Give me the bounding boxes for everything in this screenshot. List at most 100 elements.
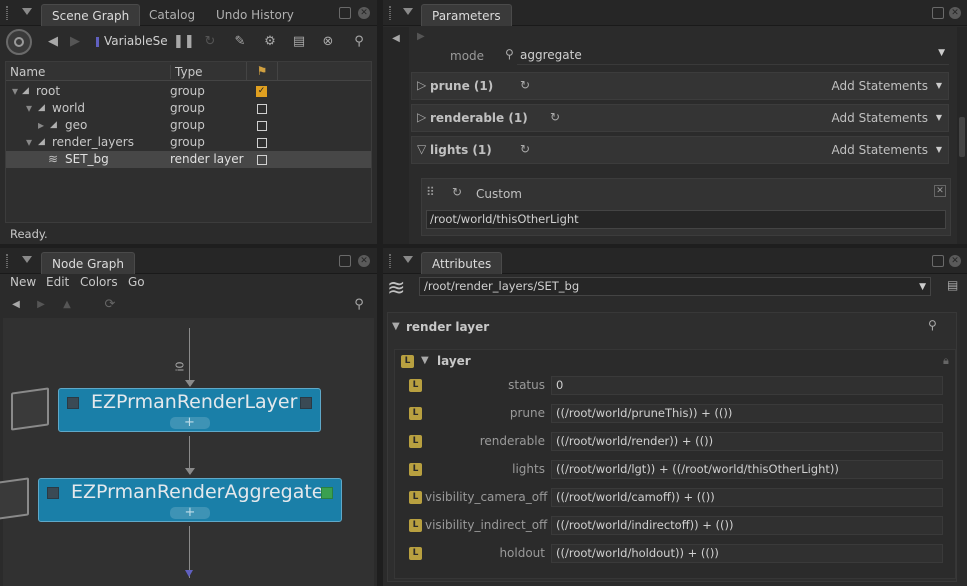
node-ezprman-render-aggregate[interactable]: EZPrmanRenderAggregate + <box>38 478 342 522</box>
close-icon[interactable]: ✕ <box>358 255 370 267</box>
menu-go[interactable]: Go <box>128 275 145 289</box>
add-input-button[interactable]: + <box>170 506 210 519</box>
table-row[interactable]: ▾ ◢ root group ✓ <box>6 83 371 100</box>
attribute-value[interactable]: ((/root/world/pruneThis)) + (()) <box>551 404 943 423</box>
close-icon[interactable]: ✕ <box>358 7 370 19</box>
refresh-icon[interactable]: ⟳ <box>103 297 117 313</box>
back-arrow-icon[interactable]: ◀ <box>389 31 403 47</box>
column-name[interactable]: Name <box>10 65 45 79</box>
visibility-checkbox[interactable] <box>257 104 267 114</box>
tab-undo-history[interactable]: Undo History <box>206 4 304 26</box>
hierarchy-icon[interactable]: ⊗ <box>320 34 336 50</box>
maximize-icon[interactable] <box>932 255 944 267</box>
drag-grip[interactable] <box>6 6 8 20</box>
attribute-value[interactable]: ((/root/world/indirectoff)) + (()) <box>551 516 943 535</box>
up-arrow-icon[interactable]: ▲ <box>61 297 73 313</box>
tab-catalog[interactable]: Catalog <box>139 4 205 26</box>
pencil-icon[interactable]: ✎ <box>232 34 248 50</box>
node-bypass-box[interactable] <box>67 397 79 409</box>
visibility-checkbox[interactable] <box>257 121 267 131</box>
location-path-field[interactable]: /root/render_layers/SET_bg ▼ <box>419 277 931 296</box>
gear-icon[interactable]: ⚙ <box>262 34 278 50</box>
maximize-icon[interactable] <box>932 7 944 19</box>
node-view-box[interactable] <box>300 397 312 409</box>
tab-attributes[interactable]: Attributes <box>421 252 503 274</box>
tab-scene-graph[interactable]: Scene Graph <box>41 4 141 26</box>
layer-group: L ▼ layer 🔒︎ Lstatus 0 Lprune ((/root/world… <box>394 349 956 579</box>
maximize-icon[interactable] <box>339 255 351 267</box>
visibility-checkbox[interactable]: ✓ <box>256 86 267 97</box>
column-viewer-icon[interactable]: ⚑ <box>246 62 278 81</box>
drag-grip[interactable] <box>389 6 391 20</box>
table-row[interactable]: ▾ ◢ world group <box>6 100 371 117</box>
pause-icon[interactable]: ❚❚ <box>173 34 195 50</box>
panel-menu-icon[interactable] <box>22 256 32 263</box>
back-arrow-icon[interactable]: ◀ <box>46 34 60 50</box>
add-statements-button[interactable]: Add Statements <box>832 79 928 93</box>
add-statements-button[interactable]: Add Statements <box>832 111 928 125</box>
remove-statement-icon[interactable]: ✕ <box>934 185 946 197</box>
panel-menu-icon[interactable] <box>403 256 413 263</box>
panel-menu-icon[interactable] <box>22 8 32 15</box>
attribute-value[interactable]: ((/root/world/camoff)) + (()) <box>551 488 943 507</box>
variable-set-label[interactable]: VariableSe <box>104 34 168 48</box>
node-graph-canvas[interactable]: i0 EZPrmanRenderLayer + EZPrmanRenderAgg… <box>0 318 374 586</box>
node-view-flag[interactable] <box>321 487 333 499</box>
column-type[interactable]: Type <box>170 65 203 79</box>
maximize-icon[interactable] <box>339 7 351 19</box>
output-arrow <box>185 570 193 577</box>
forward-arrow-icon[interactable]: ▶ <box>68 34 82 50</box>
drag-grip[interactable] <box>6 254 8 268</box>
close-icon[interactable]: ✕ <box>949 255 961 267</box>
add-input-button[interactable]: + <box>169 416 210 429</box>
clapper-icon[interactable]: ▤ <box>291 34 307 50</box>
collapse-arrow-icon[interactable]: ▼ <box>392 321 400 332</box>
back-arrow-icon[interactable]: ◀ <box>10 297 22 313</box>
clapper-icon[interactable]: ▤ <box>947 278 958 292</box>
tab-parameters[interactable]: Parameters <box>421 4 512 26</box>
attribute-value[interactable]: ((/root/world/lgt)) + ((/root/world/this… <box>551 460 943 479</box>
scrollbar[interactable] <box>957 27 967 244</box>
search-icon[interactable]: ⚲ <box>351 297 367 313</box>
attribute-value[interactable]: ((/root/world/holdout)) + (()) <box>551 544 943 563</box>
table-row[interactable]: ▾ ◢ render_layers group <box>6 134 371 151</box>
collapse-arrow-icon[interactable]: ▽ <box>417 142 426 156</box>
menu-colors[interactable]: Colors <box>80 275 118 289</box>
attribute-value[interactable]: ((/root/world/render)) + (()) <box>551 432 943 451</box>
close-icon[interactable]: ✕ <box>949 7 961 19</box>
attribute-value[interactable]: 0 <box>551 376 943 395</box>
mode-link-icon[interactable]: ⚲ <box>505 47 514 61</box>
expand-arrow-icon[interactable]: ▷ <box>417 110 426 124</box>
table-row[interactable]: ▸ ◢ geo group <box>6 117 371 134</box>
section-lights[interactable]: ▽ lights (1) ↻ Add Statements ▼ <box>411 136 949 164</box>
expand-arrow-icon[interactable]: ▷ <box>417 78 426 92</box>
menu-new[interactable]: New <box>10 275 36 289</box>
mode-dropdown[interactable]: aggregate ▼ <box>517 47 949 65</box>
menu-edit[interactable]: Edit <box>46 275 69 289</box>
link-icon[interactable]: ↻ <box>520 78 530 92</box>
search-icon[interactable]: ⚲ <box>928 318 937 332</box>
node-bypass-box[interactable] <box>47 487 59 499</box>
link-icon[interactable]: ↻ <box>550 110 560 124</box>
table-row-selected[interactable]: ≋ SET_bg render layer <box>6 151 371 168</box>
forward-arrow-icon[interactable]: ▶ <box>417 31 425 42</box>
drag-handle-icon[interactable]: ⠿ <box>426 185 435 199</box>
forward-arrow-icon[interactable]: ▶ <box>35 297 47 313</box>
tab-node-graph[interactable]: Node Graph <box>41 252 135 274</box>
refresh-icon[interactable]: ↻ <box>202 34 218 50</box>
visibility-checkbox[interactable] <box>257 155 267 165</box>
parameters-tabbar: Parameters ✕ <box>383 0 967 26</box>
search-icon[interactable]: ⚲ <box>351 34 367 50</box>
collapse-arrow-icon[interactable]: ▼ <box>421 355 429 366</box>
link-icon[interactable]: ↻ <box>520 142 530 156</box>
visibility-checkbox[interactable] <box>257 138 267 148</box>
panel-menu-icon[interactable] <box>403 8 413 15</box>
node-ezprman-render-layer[interactable]: EZPrmanRenderLayer + <box>58 388 321 432</box>
section-renderable[interactable]: ▷ renderable (1) ↻ Add Statements ▼ <box>411 104 949 132</box>
custom-path-field[interactable]: /root/world/thisOtherLight <box>426 210 946 229</box>
section-prune[interactable]: ▷ prune (1) ↻ Add Statements ▼ <box>411 72 949 100</box>
drag-grip[interactable] <box>389 254 391 268</box>
add-statements-button[interactable]: Add Statements <box>832 143 928 157</box>
link-icon[interactable]: ↻ <box>452 185 462 199</box>
katana-logo-icon[interactable] <box>6 29 32 55</box>
